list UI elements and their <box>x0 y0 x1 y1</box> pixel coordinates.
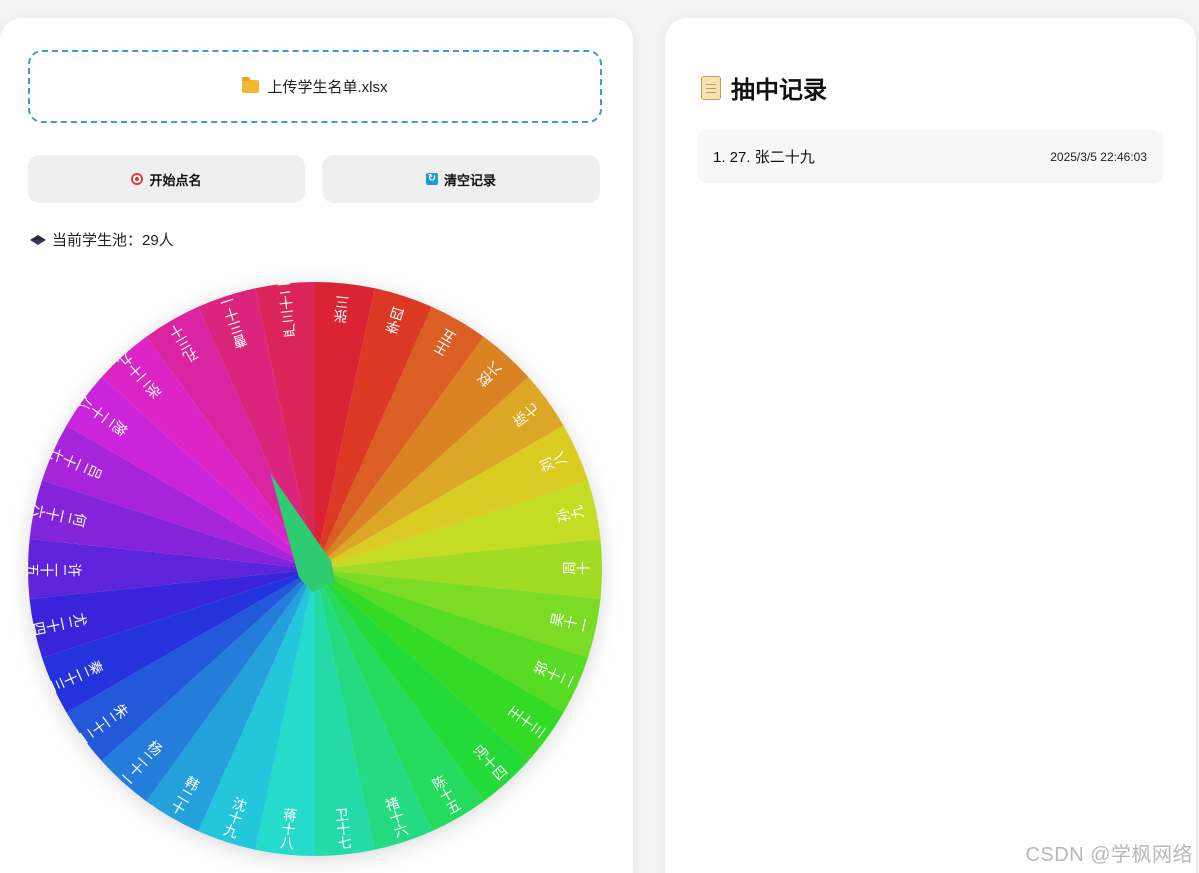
records-panel: 抽中记录 1. 27. 张二十九 2025/3/5 22:46:03 <box>665 18 1196 873</box>
target-icon <box>131 173 144 185</box>
record-item: 1. 27. 张二十九 2025/3/5 22:46:03 <box>697 130 1163 183</box>
refresh-icon: ↻ <box>425 173 438 185</box>
wheel-name-label: 周十 <box>562 561 590 577</box>
wheel-svg: 张三 李四王五赵六陈七刘八孙九周十吴十一郑十二王十三冯十四陈十五褚十六卫十七蒋十八… <box>26 281 602 856</box>
clear-records-button[interactable]: ↻ 清空记录 <box>322 155 600 203</box>
clear-records-label: 清空记录 <box>443 172 496 188</box>
student-pool-label: 当前学生池：29人 <box>52 232 174 249</box>
wheel-name-label: 许二十五 <box>26 561 82 577</box>
upload-button[interactable]: 上传学生名单.xlsx <box>28 50 602 123</box>
start-roll-call-label: 开始点名 <box>149 172 202 188</box>
wheel-panel: 上传学生名单.xlsx 开始点名 ↻ 清空记录 当前学生池：29人 张三 李四 王五… <box>0 18 633 873</box>
records-title: 抽中记录 <box>731 77 827 104</box>
folder-icon <box>242 77 260 93</box>
record-time: 2025/3/5 22:46:03 <box>1050 149 1147 164</box>
page: 上传学生名单.xlsx 开始点名 ↻ 清空记录 当前学生池：29人 张三 李四 王五… <box>0 0 1199 873</box>
graduation-cap-icon <box>30 234 46 245</box>
start-roll-call-button[interactable]: 开始点名 <box>28 155 305 203</box>
wheel-name-label: 张三 <box>333 295 352 325</box>
record-name: 1. 27. 张二十九 <box>713 149 815 166</box>
name-wheel[interactable]: 张三 李四 王五 赵六 陈七 刘八 孙九 周十 吴十一 郑十二 王十三 冯十四 陈十五 褚十六 卫十七 蒋十八… <box>26 280 604 858</box>
records-heading: 抽中记录 <box>701 70 827 105</box>
upload-label: 上传学生名单.xlsx <box>267 79 388 96</box>
student-pool-count: 当前学生池：29人 <box>30 229 174 250</box>
watermark: CSDN @学枫网络 <box>1025 844 1193 866</box>
scroll-icon <box>701 75 721 100</box>
